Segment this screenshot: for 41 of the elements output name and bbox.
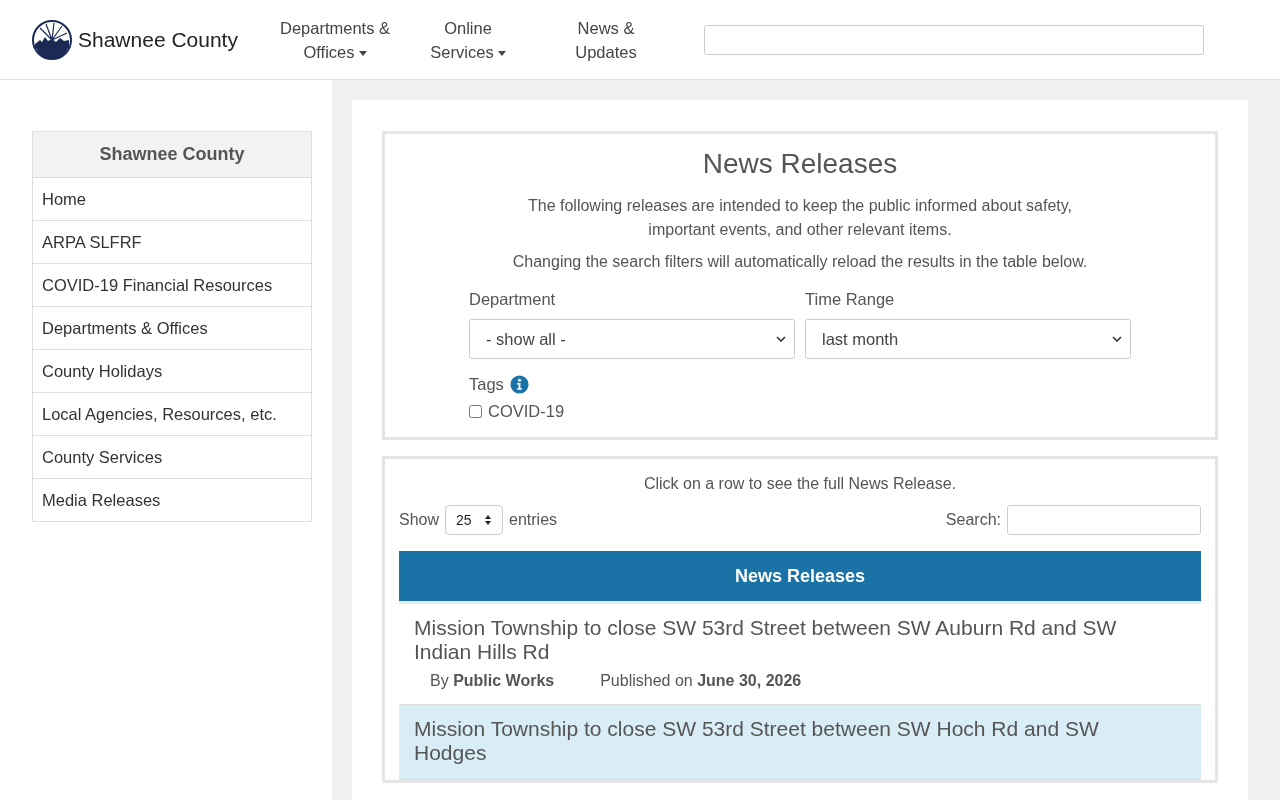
show-label: Show — [399, 511, 440, 529]
nav-menu-item[interactable]: Online Services — [408, 15, 528, 64]
news-author: By Public Works — [430, 672, 555, 690]
search-field[interactable] — [704, 24, 1204, 55]
sidebar-item[interactable]: Media Releases — [33, 479, 311, 521]
entries-label: entries — [509, 511, 558, 529]
department-select[interactable]: - show all - — [469, 319, 795, 359]
news-date: Published on June 30, 2026 — [600, 672, 802, 690]
up-down-arrows-icon — [484, 514, 493, 526]
time-range-label: Time Range — [805, 290, 896, 309]
filter-note: Changing the search filters will automatically reload the results in the table below. — [511, 252, 1089, 272]
page-size-select[interactable]: 25 — [445, 505, 504, 535]
sidebar-item[interactable]: COVID-19 Financial Resources — [33, 264, 311, 307]
sidebar-item[interactable]: Home — [33, 178, 311, 221]
chevron-down-icon — [1112, 336, 1122, 342]
intro-text: The following releases are intended to keep the public informed about safety, important events, and other relevant items. — [526, 196, 1073, 240]
sidebar-item[interactable]: Local Agencies, Resources, etc. — [33, 393, 311, 436]
table-hint: Click on a row to see the full News Release. — [642, 475, 958, 493]
info-icon[interactable] — [509, 375, 529, 394]
tag-checkbox[interactable] — [469, 405, 482, 418]
site-name[interactable]: Shawnee County — [78, 27, 238, 52]
chevron-down-icon — [776, 336, 786, 342]
county-seal-logo[interactable] — [32, 19, 72, 60]
sidebar-item[interactable]: County Holidays — [33, 350, 311, 393]
tag-label: COVID-19 — [488, 402, 565, 421]
nav-menu-item[interactable]: News & Updates — [528, 15, 684, 64]
sidebar-item[interactable]: County Services — [33, 436, 311, 479]
department-label: Department — [469, 290, 557, 309]
news-title: Mission Township to close SW 53rd Street between SW Hoch Rd and SW Hodges — [414, 717, 1100, 765]
nav-menu-item[interactable]: Departments & Offices — [262, 15, 408, 64]
news-title: Mission Township to close SW 53rd Street between SW Auburn Rd and SW Indian Hills Rd — [414, 616, 1118, 664]
table-header: News Releases — [399, 551, 1201, 604]
tags-label: Tags — [469, 375, 504, 394]
page-title: News Releases — [701, 148, 899, 180]
search-label: Search: — [945, 511, 1001, 529]
time-range-select[interactable]: last month — [805, 319, 1131, 359]
sidebar-title: Shawnee County — [33, 132, 311, 178]
table-search-field[interactable] — [1007, 505, 1201, 535]
sidebar-item[interactable]: ARPA SLFRF — [33, 221, 311, 264]
sidebar-item[interactable]: Departments & Offices — [33, 307, 311, 350]
news-row[interactable]: Mission Township to close SW 53rd Street between SW Hoch Rd and SW Hodges — [399, 705, 1201, 780]
